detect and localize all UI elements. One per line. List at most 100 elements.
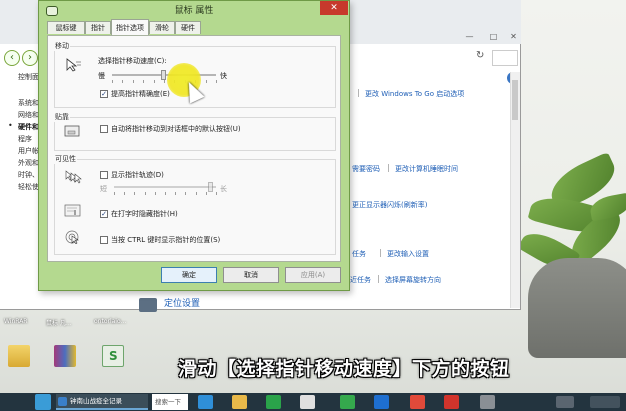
- link-recent-task[interactable]: 近任务: [350, 275, 371, 285]
- pointer-speed-icon: [64, 58, 82, 72]
- slider-tick: [154, 192, 156, 195]
- hide-while-typing-checkbox[interactable]: ✓: [100, 210, 108, 218]
- pointer-speed-label: 选择指针移动速度(C):: [98, 57, 167, 65]
- start-icon[interactable]: [35, 394, 51, 410]
- slider-tick: [216, 192, 217, 195]
- short-label: 短: [100, 185, 107, 193]
- plant-pot: [528, 258, 626, 358]
- hide-while-typing-label[interactable]: 在打字时隐藏指针(H): [111, 209, 178, 219]
- snap-to-default-checkbox[interactable]: [100, 125, 108, 133]
- snap-to-icon: [64, 124, 82, 138]
- baidu-netdisk-icon[interactable]: [300, 395, 315, 409]
- link-require-password[interactable]: 需要密码: [352, 164, 380, 174]
- store-icon[interactable]: [266, 395, 281, 409]
- motion-group-label: 移动: [54, 41, 70, 51]
- slider-tick: [175, 192, 177, 195]
- winrar-icon[interactable]: [54, 345, 76, 367]
- slider-tick: [124, 192, 126, 195]
- snap-to-group-label: 贴靠: [54, 112, 70, 122]
- tab-pointers[interactable]: 指针: [85, 21, 111, 34]
- folder-icon[interactable]: [8, 345, 30, 367]
- word-icon[interactable]: [374, 395, 389, 409]
- tab-hardware[interactable]: 硬件: [175, 21, 201, 34]
- slider-tick: [205, 80, 207, 83]
- location-settings-icon: [139, 298, 157, 312]
- desktop-icon-label[interactable]: ontorlaio...: [94, 318, 126, 325]
- visibility-group-label: 可见性: [54, 154, 77, 164]
- link-windows-to-go[interactable]: 更改 Windows To Go 启动选项: [358, 89, 464, 99]
- tab-pointer-options[interactable]: 指针选项: [111, 19, 149, 35]
- taskbar-item-label: 钟南山战疫全记录: [70, 397, 122, 405]
- search-input[interactable]: [492, 50, 518, 66]
- slider-tick: [164, 80, 165, 83]
- chrome-icon[interactable]: [410, 395, 425, 409]
- slider-tick: [114, 192, 115, 195]
- scrollbar-thumb[interactable]: [512, 80, 518, 120]
- pointer-trails-slider[interactable]: [114, 186, 216, 188]
- slider-tick: [122, 80, 124, 83]
- fast-label: 快: [220, 72, 227, 80]
- link-change-input[interactable]: 更改输入设置: [380, 249, 429, 259]
- show-location-icon: [64, 230, 82, 245]
- app-icon[interactable]: [480, 395, 495, 409]
- pointer-trails-checkbox[interactable]: [100, 171, 108, 179]
- slider-tick: [143, 80, 145, 83]
- active-bullet-icon: •: [8, 121, 13, 130]
- slider-tick: [165, 192, 166, 195]
- close-button[interactable]: ✕: [506, 32, 521, 42]
- enhance-precision-label[interactable]: 提高指针精确度(E): [111, 89, 170, 99]
- tab-wheel[interactable]: 滑轮: [149, 21, 175, 34]
- recorder-icon[interactable]: [444, 395, 459, 409]
- taskbar-search-input[interactable]: 搜索一下: [152, 394, 188, 410]
- tab-buttons[interactable]: 鼠标键: [47, 21, 85, 34]
- dialog-title: 鼠标 属性: [174, 6, 214, 16]
- hide-pointer-icon: [64, 204, 82, 218]
- slider-tick: [112, 80, 113, 83]
- enhance-precision-checkbox[interactable]: ✓: [100, 90, 108, 98]
- slider-tick: [134, 192, 136, 195]
- pointer-trails-icon: [64, 170, 82, 184]
- ok-button[interactable]: 确定: [161, 267, 217, 283]
- slider-tick: [132, 80, 134, 83]
- link-screen-rotation[interactable]: 选择屏幕旋转方向: [378, 275, 441, 285]
- long-label: 长: [220, 185, 227, 193]
- pointer-trails-label[interactable]: 显示指针轨迹(D): [111, 170, 164, 180]
- slider-tick: [216, 80, 217, 83]
- snap-to-group: [54, 117, 336, 151]
- pointer-trails-slider-thumb[interactable]: [207, 182, 213, 192]
- apply-button[interactable]: 应用(A): [285, 267, 341, 283]
- refresh-icon[interactable]: ↻: [476, 50, 490, 64]
- mouse-properties-dialog: 鼠标 属性 ✕ 鼠标键 指针 指针选项 滑轮 硬件 移动 选择指针移动速度(C)…: [38, 0, 350, 291]
- pointer-speed-slider-thumb[interactable]: [161, 70, 166, 80]
- edge-icon[interactable]: [198, 395, 213, 409]
- link-task[interactable]: 任务: [352, 249, 366, 259]
- slider-tick: [185, 192, 187, 195]
- slow-label: 慢: [98, 72, 105, 80]
- notification-area[interactable]: [590, 396, 620, 408]
- desktop-icon-label[interactable]: WinRAR: [4, 318, 27, 325]
- maximize-button[interactable]: □: [486, 32, 501, 42]
- show-location-ctrl-checkbox[interactable]: [100, 236, 108, 244]
- link-sleep-time[interactable]: 更改计算机睡眠时间: [388, 164, 458, 174]
- back-arrow-icon[interactable]: ‹: [4, 50, 20, 66]
- taskbar-item-video[interactable]: 钟南山战疫全记录: [56, 394, 148, 410]
- minimize-button[interactable]: —: [462, 32, 477, 42]
- file-explorer-icon[interactable]: [232, 395, 247, 409]
- slider-tick: [205, 192, 207, 195]
- video-caption: 滑动【选择指针移动速度】下方的按钮: [178, 358, 510, 380]
- taskbar: 钟南山战疫全记录 搜索一下: [0, 393, 626, 411]
- forward-arrow-icon[interactable]: ›: [22, 50, 38, 66]
- slider-tick: [144, 192, 146, 195]
- link-refresh-rate[interactable]: 更正显示器闪烁(刷新率): [352, 200, 427, 210]
- show-location-ctrl-label[interactable]: 当按 CTRL 键时显示指针的位置(S): [111, 235, 220, 245]
- cancel-button[interactable]: 取消: [223, 267, 279, 283]
- system-tray-icon[interactable]: [556, 396, 574, 408]
- chat-app-icon[interactable]: [340, 395, 355, 409]
- dialog-close-button[interactable]: ✕: [320, 1, 348, 15]
- snap-to-default-label[interactable]: 自动将指针移动到对话框中的默认按钮(U): [111, 124, 241, 134]
- location-settings-heading[interactable]: 定位设置: [164, 296, 200, 309]
- desktop-icon-label[interactable]: 鼠标 凡...: [46, 318, 72, 327]
- slider-tick: [195, 192, 197, 195]
- plant-leaf: [588, 192, 626, 222]
- spreadsheet-icon[interactable]: [102, 345, 124, 367]
